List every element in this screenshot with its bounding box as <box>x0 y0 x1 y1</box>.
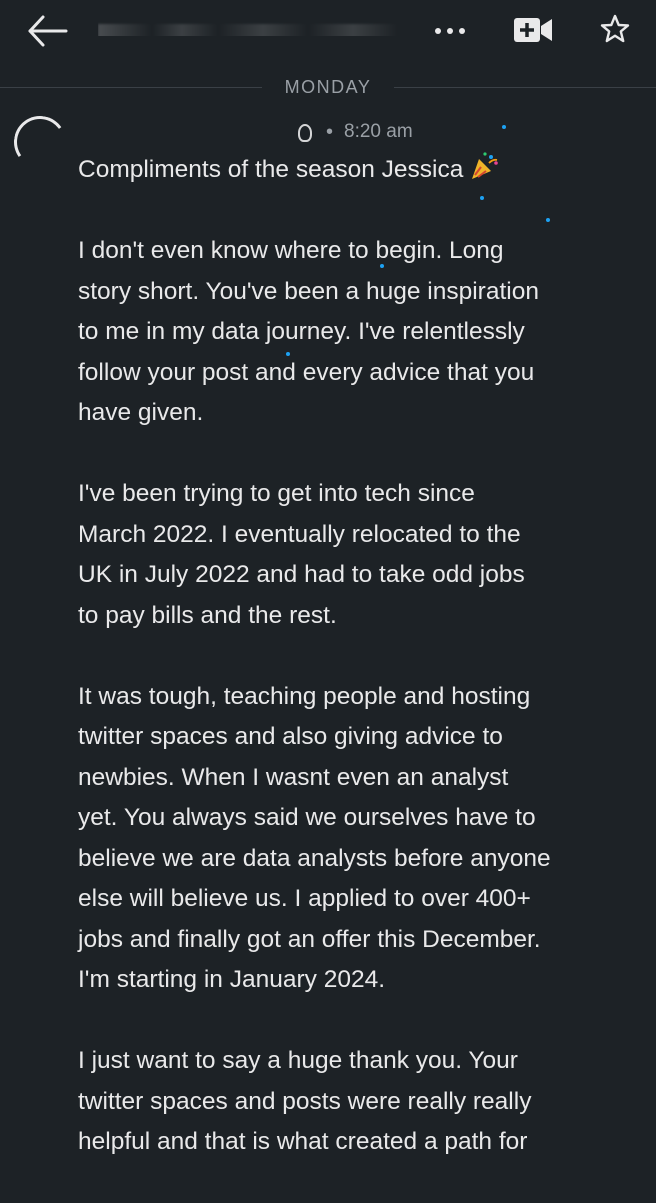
message-line: newbies. When I wasnt even an analyst <box>78 763 509 791</box>
message-line: follow your post and every advice that y… <box>78 358 535 386</box>
message-paragraph: I don't even know where to begin. Long s… <box>78 231 618 434</box>
message-line: I don't even know where to begin. Long <box>78 237 504 264</box>
arrow-left-icon <box>28 15 68 47</box>
message-line: I'm starting in January 2024. <box>78 966 386 993</box>
message-line: twitter spaces and posts were really rea… <box>78 1087 532 1115</box>
message-line: to pay bills and the rest. <box>78 601 337 629</box>
star-button[interactable] <box>600 14 630 44</box>
message-line: story short. You've been a huge inspirat… <box>78 277 539 305</box>
star-icon <box>600 14 630 43</box>
party-popper-icon <box>472 152 499 179</box>
message-paragraph: Compliments of the season Jessica <box>78 150 618 191</box>
day-label: MONDAY <box>284 77 372 97</box>
message-line: It was tough, teaching people and hostin… <box>78 682 531 710</box>
cut-off-message-line <box>78 1180 618 1200</box>
message-line-text: Compliments of the season Jessica <box>78 156 464 183</box>
message-line: helpful and that is what created a path … <box>78 1128 528 1155</box>
sender-name-obscured[interactable] <box>80 118 312 146</box>
divider-line-right <box>394 87 656 88</box>
message-line: yet. You always said we ourselves have t… <box>78 804 536 831</box>
message-line: Compliments of the season Jessica <box>78 150 618 191</box>
message-paragraph: It was tough, teaching people and hostin… <box>78 677 618 1001</box>
message-line: UK in July 2022 and had to take odd jobs <box>78 561 525 588</box>
video-add-icon <box>514 18 552 42</box>
message-line: March 2022. I eventually relocated to th… <box>78 520 521 548</box>
sender-avatar[interactable] <box>12 114 68 170</box>
confetti-dot <box>502 125 506 129</box>
message-line: I just want to say a huge thank you. You… <box>78 1047 518 1074</box>
top-bar <box>0 0 656 66</box>
day-divider: MONDAY <box>0 70 656 104</box>
back-button[interactable] <box>26 12 70 50</box>
message-line: I've been trying to get into tech since <box>78 480 475 507</box>
message-line: twitter spaces and also giving advice to <box>78 723 503 750</box>
separator-dot: • <box>326 121 334 143</box>
message-time: 8:20 am <box>344 121 413 142</box>
message-line: to me in my data journey. I've relentles… <box>78 318 525 345</box>
message-line: jobs and finally got an offer this Decem… <box>78 925 541 953</box>
more-horizontal-icon <box>435 28 465 34</box>
message-line: have given. <box>78 399 204 426</box>
divider-line-left <box>0 87 262 88</box>
message-line: else will believe us. I applied to over … <box>78 885 531 912</box>
message-body: Compliments of the season Jessica I don'… <box>78 150 618 1203</box>
message-paragraph: I've been trying to get into tech since … <box>78 474 618 636</box>
message-paragraph: I just want to say a huge thank you. You… <box>78 1041 618 1163</box>
video-call-button[interactable] <box>512 14 554 46</box>
more-options-button[interactable] <box>432 20 472 42</box>
sender-row: • 8:20 am <box>80 118 500 148</box>
message-line: believe we are data analysts before anyo… <box>78 844 551 872</box>
conversation-title-obscured <box>98 14 398 36</box>
